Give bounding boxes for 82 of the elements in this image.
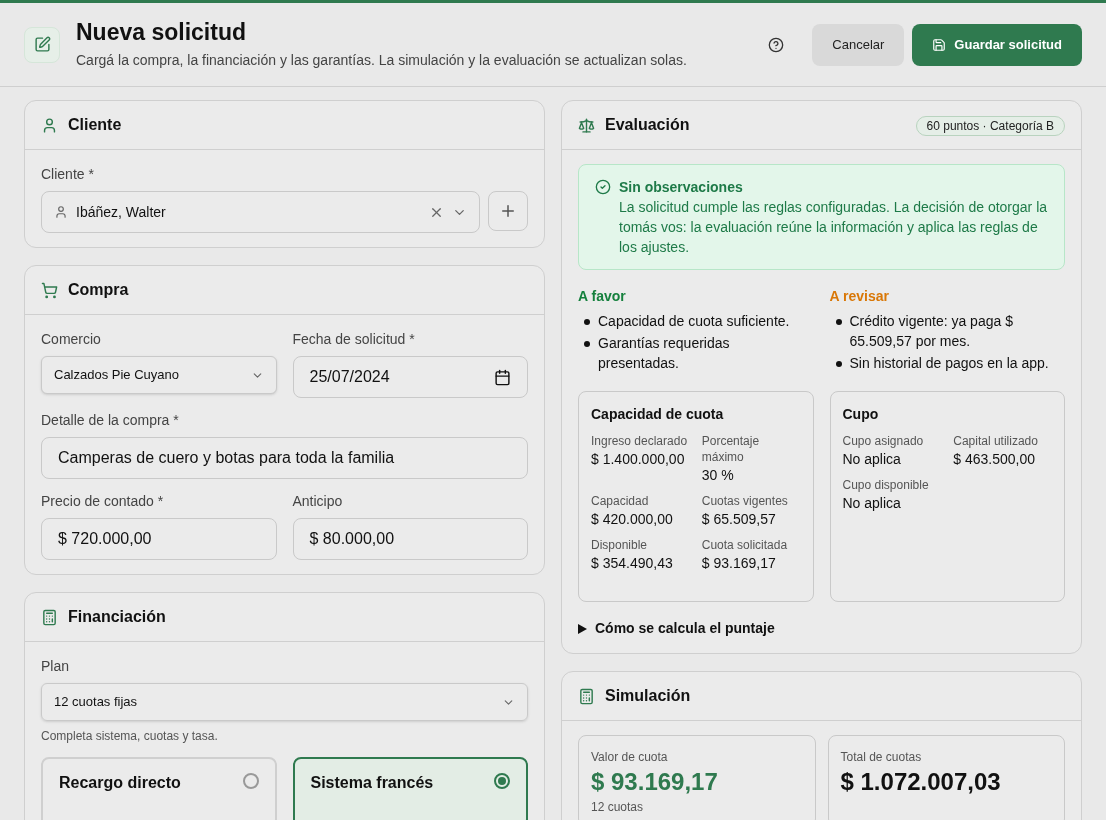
stat-value: $ 93.169,17	[701, 554, 777, 573]
field-label: Anticipo	[292, 492, 344, 511]
list-title: A revisar	[829, 287, 890, 306]
add-button[interactable]	[488, 191, 528, 231]
select-field[interactable]: 12 cuotas fijas	[41, 683, 528, 721]
input-field[interactable]: $ 720.000,00	[41, 518, 277, 560]
stat-label: Capital utilizado	[953, 433, 1039, 449]
list-item: Sin historial de pagos en la app.	[849, 354, 1049, 373]
stat-value: 30 %	[701, 466, 735, 485]
date-field[interactable]: 25/07/2024	[292, 356, 528, 398]
stat-value: $ 354.490,43	[591, 554, 674, 573]
bullet-icon	[835, 361, 842, 367]
stat-label: Cupo disponible	[842, 477, 930, 493]
client-value: Ibáñez, Walter	[76, 202, 166, 222]
bullet-icon	[835, 319, 842, 325]
stat-value: $ 65.509,57	[701, 510, 777, 529]
check-circle-icon	[595, 179, 611, 195]
page-title: Nueva solicitud	[76, 18, 247, 46]
field-label: Plan	[41, 657, 71, 676]
stat-label: Capacidad	[591, 493, 650, 509]
stat-value: $ 463.500,00	[953, 450, 1036, 469]
select-field[interactable]: Calzados Pie Cuyano	[41, 356, 277, 394]
stat-value: $ 420.000,00	[591, 510, 674, 529]
edit-icon	[24, 26, 60, 63]
section-title: Compra	[68, 280, 129, 300]
stat-label: Cupo asignado	[842, 433, 925, 449]
person-icon	[41, 116, 58, 134]
summary-label: Valor de cuota	[591, 749, 669, 766]
field-label: Cliente *	[41, 165, 95, 184]
card-title: Capacidad de cuota	[591, 405, 725, 424]
summary-label: Total de cuotas	[840, 749, 923, 766]
field-label: Comercio	[41, 330, 102, 349]
bullet-icon	[584, 319, 590, 325]
stat-label: Porcentaje máximo	[701, 433, 761, 465]
option-card[interactable]: Recargo directo	[41, 757, 277, 820]
plus-icon	[499, 202, 517, 220]
field-label: Detalle de la compra *	[41, 411, 180, 430]
bullet-icon	[584, 341, 590, 347]
option-card[interactable]: Sistema francés	[292, 757, 528, 820]
stat-label: Ingreso declarado	[591, 433, 689, 449]
card-title: Cupo	[842, 405, 880, 424]
section-title: Simulación	[605, 686, 691, 706]
input-field[interactable]: $ 80.000,00	[292, 518, 528, 560]
page-subtitle: Cargá la compra, la financiación y las garantías. La simulación y la evaluación se actualizan solas.	[76, 51, 687, 70]
list-title: A favor	[578, 287, 627, 306]
person-icon	[54, 205, 68, 219]
cancel-button[interactable]: Cancelar	[812, 23, 905, 66]
calculator-icon	[41, 608, 58, 626]
list-item: Capacidad de cuota suficiente.	[598, 312, 790, 331]
section-title: Cliente	[68, 115, 122, 135]
client-select[interactable]: Ibáñez, Walter	[41, 191, 480, 233]
section-title: Financiación	[68, 607, 166, 627]
input-field[interactable]: Camperas de cuero y botas para toda la familia	[41, 437, 528, 479]
score-badge: 60 puntos · Categoría B	[915, 116, 1065, 136]
summary-value: $ 1.072.007,03	[840, 767, 1002, 797]
stat-value: $ 1.400.000,00	[591, 450, 686, 469]
summary-value: $ 93.169,17	[591, 767, 719, 797]
stat-value: No aplica	[842, 494, 902, 513]
radio[interactable]	[242, 773, 259, 789]
field-label: Precio de contado *	[41, 492, 165, 511]
score-details-toggle[interactable]: Cómo se calcula el puntaje	[578, 618, 1065, 639]
stat-value: No aplica	[842, 450, 902, 469]
section-title: Evaluación	[605, 115, 690, 135]
scale-icon	[578, 116, 595, 134]
stat-label: Disponible	[591, 537, 649, 553]
list-item: Garantías requeridas presentadas.	[598, 334, 731, 373]
calculator-icon	[578, 687, 595, 705]
list-item: Crédito vigente: ya paga $ 65.509,57 por mes.	[849, 312, 1014, 351]
alert-text: La solicitud cumple las reglas configuradas. La decisión de otorgar la tomás vos: la evaluación reúne la información y aplica las reglas de los ajustes.	[619, 198, 1048, 257]
calendar-icon	[494, 368, 511, 386]
alert-title: Sin observaciones	[619, 178, 744, 197]
cart-icon	[41, 281, 58, 299]
help-icon[interactable]	[768, 36, 785, 53]
radio[interactable]	[494, 773, 510, 789]
field-hint: Completa sistema, cuotas y tasa.	[41, 728, 219, 745]
save-icon	[932, 37, 947, 52]
stat-label: Cuota solicitada	[701, 537, 789, 553]
stat-label: Cuotas vigentes	[701, 493, 789, 509]
caret-icon	[578, 623, 587, 634]
field-label: Fecha de solicitud *	[292, 330, 416, 349]
save-button[interactable]: Guardar solicitud	[912, 23, 1082, 66]
summary-note: 12 cuotas	[591, 799, 645, 816]
